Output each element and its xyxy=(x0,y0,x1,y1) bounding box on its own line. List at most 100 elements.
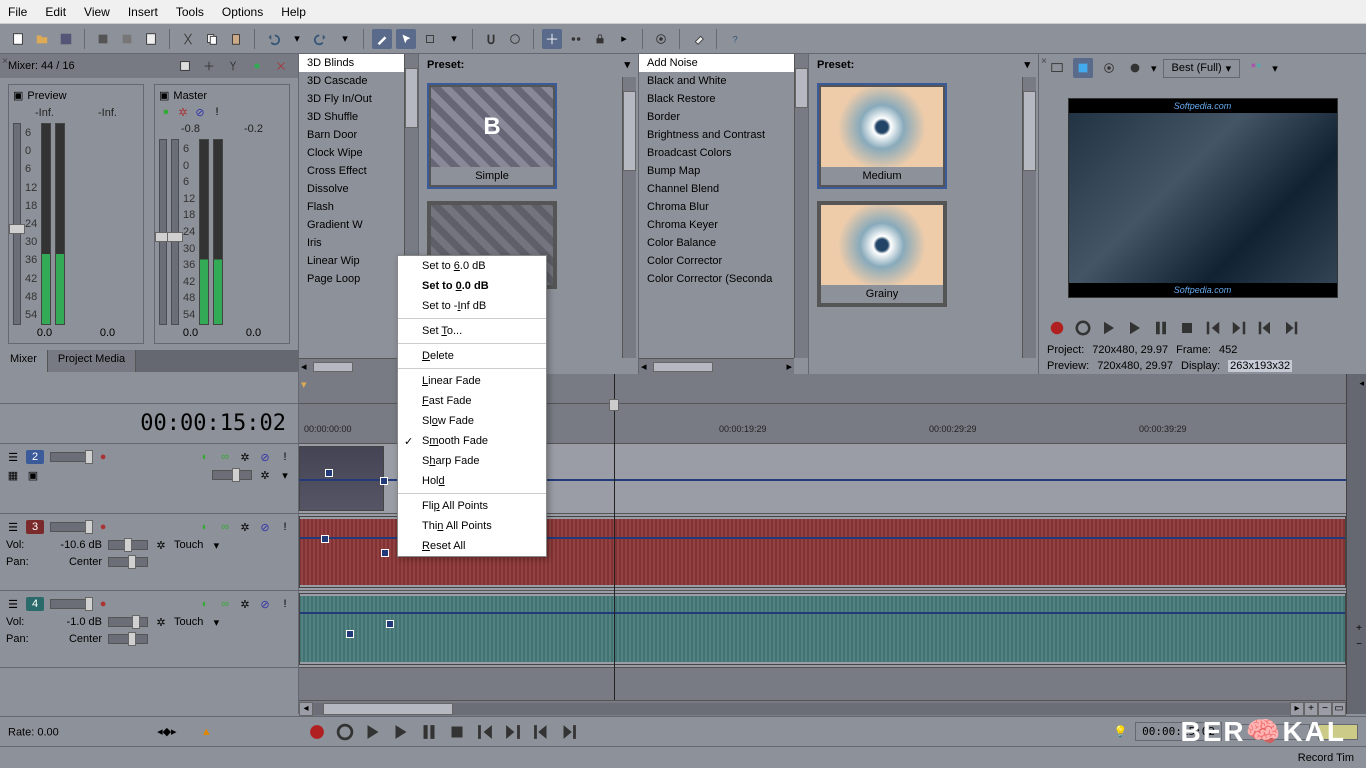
preset-tile[interactable]: Grainy xyxy=(817,201,947,307)
route-button[interactable] xyxy=(272,57,290,75)
envelope-node[interactable] xyxy=(325,469,333,477)
tool-select[interactable] xyxy=(396,29,416,49)
preset-menu-icon[interactable]: ▾ xyxy=(624,58,630,71)
volume-slider[interactable] xyxy=(171,139,179,325)
properties-button[interactable] xyxy=(117,29,137,49)
track-number[interactable]: 4 xyxy=(26,597,44,611)
list-item[interactable]: 3D Fly In/Out xyxy=(299,90,418,108)
list-item[interactable]: Add Noise xyxy=(639,54,808,72)
split-screen-button[interactable] xyxy=(1099,58,1119,78)
menu-view[interactable]: View xyxy=(84,5,110,19)
mute-icon[interactable]: ⊘ xyxy=(258,597,272,611)
vol-slider[interactable] xyxy=(108,617,148,627)
timecode-display[interactable]: 00:00:15:02 xyxy=(0,404,298,444)
scroll-thumb[interactable] xyxy=(323,703,453,715)
bypass-icon[interactable]: ◐ xyxy=(198,520,212,534)
envelope-node[interactable] xyxy=(380,477,388,485)
preview-window-button[interactable] xyxy=(1073,58,1093,78)
menu-linear-fade[interactable]: Linear Fade xyxy=(398,371,546,391)
record-button[interactable] xyxy=(1047,318,1067,338)
overlay-button[interactable] xyxy=(1246,58,1266,78)
automation-mode[interactable]: Touch xyxy=(174,539,203,551)
play-button[interactable] xyxy=(390,721,412,743)
render-button[interactable] xyxy=(93,29,113,49)
list-item[interactable]: Chroma Keyer xyxy=(639,216,808,234)
insert-bus-button[interactable] xyxy=(176,57,194,75)
fade-slider[interactable] xyxy=(212,470,252,480)
loop-button[interactable] xyxy=(1073,318,1093,338)
track-number[interactable]: 3 xyxy=(26,520,44,534)
level-slider[interactable] xyxy=(50,452,90,462)
list-item[interactable]: Barn Door xyxy=(299,126,418,144)
save-button[interactable] xyxy=(56,29,76,49)
auto-ripple-button[interactable] xyxy=(542,29,562,49)
minimize-icon[interactable]: ☰ xyxy=(6,450,20,464)
solo-icon[interactable]: ! xyxy=(278,450,292,464)
open-button[interactable] xyxy=(32,29,52,49)
gear-icon[interactable]: ✲ xyxy=(176,105,190,119)
prev-frame-button[interactable] xyxy=(1255,318,1275,338)
bypass-icon[interactable]: ◐ xyxy=(198,450,212,464)
eraser-button[interactable] xyxy=(688,29,708,49)
vol-slider[interactable] xyxy=(108,540,148,550)
solo-icon[interactable]: ⊘ xyxy=(193,105,207,119)
go-end-button[interactable] xyxy=(502,721,524,743)
envelope-node[interactable] xyxy=(346,630,354,638)
marker-row[interactable] xyxy=(0,374,298,404)
next-frame-button[interactable] xyxy=(558,721,580,743)
go-start-button[interactable] xyxy=(474,721,496,743)
mute-icon[interactable]: ⊘ xyxy=(258,520,272,534)
light-icon[interactable]: 💡 xyxy=(1113,725,1127,738)
gear-icon[interactable]: ✲ xyxy=(238,450,252,464)
scroll-left-button[interactable]: ◂ xyxy=(299,702,313,716)
play-start-button[interactable] xyxy=(1099,318,1119,338)
list-item[interactable]: Border xyxy=(639,108,808,126)
ignore-group-button[interactable]: ▸ xyxy=(614,29,634,49)
level-slider[interactable] xyxy=(50,522,90,532)
chain-icon[interactable]: ∞ xyxy=(218,520,232,534)
zoom-out-button[interactable]: − xyxy=(1356,639,1362,650)
snap-grid-button[interactable] xyxy=(505,29,525,49)
list-item[interactable]: Color Corrector (Seconda xyxy=(639,270,808,288)
snap-button[interactable] xyxy=(481,29,501,49)
list-item[interactable]: Flash xyxy=(299,198,418,216)
envelope-node[interactable] xyxy=(321,535,329,543)
preview-fx-button[interactable] xyxy=(1125,58,1145,78)
pause-button[interactable] xyxy=(418,721,440,743)
playhead-marker[interactable] xyxy=(609,399,619,411)
pan-slider[interactable] xyxy=(108,634,148,644)
scrollbar-vertical[interactable] xyxy=(794,54,808,358)
redo-dropdown[interactable]: ▾ xyxy=(335,29,355,49)
record-arm-icon[interactable]: ● xyxy=(96,597,110,611)
automation-icon[interactable]: ✲ xyxy=(258,468,272,482)
mute-icon[interactable]: ⊘ xyxy=(258,450,272,464)
list-item[interactable]: Black Restore xyxy=(639,90,808,108)
minimize-icon[interactable]: ☰ xyxy=(6,597,20,611)
solo-icon[interactable]: ! xyxy=(278,520,292,534)
menu-delete[interactable]: Delete xyxy=(398,346,546,366)
tool-edit[interactable] xyxy=(372,29,392,49)
volume-slider[interactable] xyxy=(13,123,21,325)
chain-icon[interactable]: ∞ xyxy=(218,597,232,611)
h-zoom-in-button[interactable]: + xyxy=(1304,702,1318,716)
list-item[interactable]: 3D Blinds xyxy=(299,54,418,72)
close-icon[interactable]: × xyxy=(2,56,14,68)
play-start-button[interactable] xyxy=(362,721,384,743)
tool-dropdown[interactable]: ▾ xyxy=(444,29,464,49)
record-arm-icon[interactable]: ● xyxy=(96,520,110,534)
compositing-icon[interactable]: ▣ xyxy=(26,468,40,482)
gear-icon[interactable]: ✲ xyxy=(238,520,252,534)
track-fx-icon[interactable]: ▦ xyxy=(6,468,20,482)
mode-dropdown[interactable]: ▾ xyxy=(209,615,223,629)
timeline-scrollbar[interactable]: ◂ ▸ + − ▭ xyxy=(299,700,1346,716)
lock-button[interactable] xyxy=(590,29,610,49)
menu-sharp-fade[interactable]: Sharp Fade xyxy=(398,451,546,471)
volume-slider[interactable] xyxy=(159,139,167,325)
preset-menu-icon[interactable]: ▾ xyxy=(1024,58,1030,71)
preset-tile[interactable]: Medium xyxy=(817,83,947,189)
undo-dropdown[interactable]: ▾ xyxy=(287,29,307,49)
rate-marker-icon[interactable]: ▲ xyxy=(201,726,212,738)
downmix-button[interactable] xyxy=(224,57,242,75)
tab-mixer[interactable]: Mixer xyxy=(0,350,48,372)
list-item[interactable]: Brightness and Contrast xyxy=(639,126,808,144)
